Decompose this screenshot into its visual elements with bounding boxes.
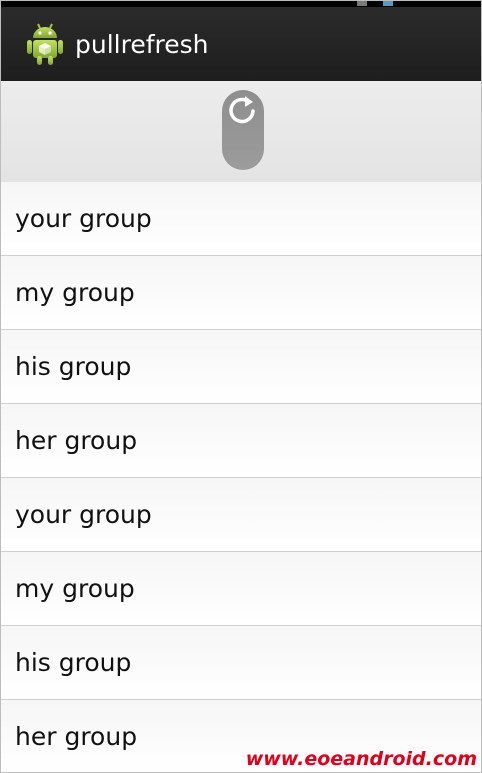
list-item-label: his group bbox=[15, 648, 132, 677]
list-item[interactable]: your group bbox=[1, 182, 481, 256]
refresh-icon[interactable] bbox=[220, 88, 266, 172]
list-item-label: her group bbox=[15, 722, 138, 751]
signal-icon bbox=[357, 1, 367, 6]
watermark: www.eoeandroid.com bbox=[245, 748, 477, 770]
list-item-label: her group bbox=[15, 426, 138, 455]
action-bar: pullrefresh bbox=[1, 7, 481, 81]
group-list[interactable]: your group my group his group her group your… bbox=[1, 182, 481, 772]
list-item[interactable]: his group bbox=[1, 626, 481, 700]
battery-icon bbox=[383, 1, 393, 6]
android-icon[interactable] bbox=[25, 22, 65, 66]
list-item-label: my group bbox=[15, 278, 135, 307]
phone-screen: pullrefresh your group my group his group h… bbox=[0, 0, 482, 773]
list-item-label: your group bbox=[15, 204, 152, 233]
list-item[interactable]: your group bbox=[1, 478, 481, 552]
list-item-label: your group bbox=[15, 500, 152, 529]
pull-to-refresh-header bbox=[1, 81, 481, 182]
list-item[interactable]: my group bbox=[1, 552, 481, 626]
list-item[interactable]: his group bbox=[1, 330, 481, 404]
list-item-label: his group bbox=[15, 352, 132, 381]
list-item-label: my group bbox=[15, 574, 135, 603]
list-item[interactable]: my group bbox=[1, 256, 481, 330]
app-title: pullrefresh bbox=[75, 29, 209, 59]
list-item[interactable]: her group bbox=[1, 404, 481, 478]
